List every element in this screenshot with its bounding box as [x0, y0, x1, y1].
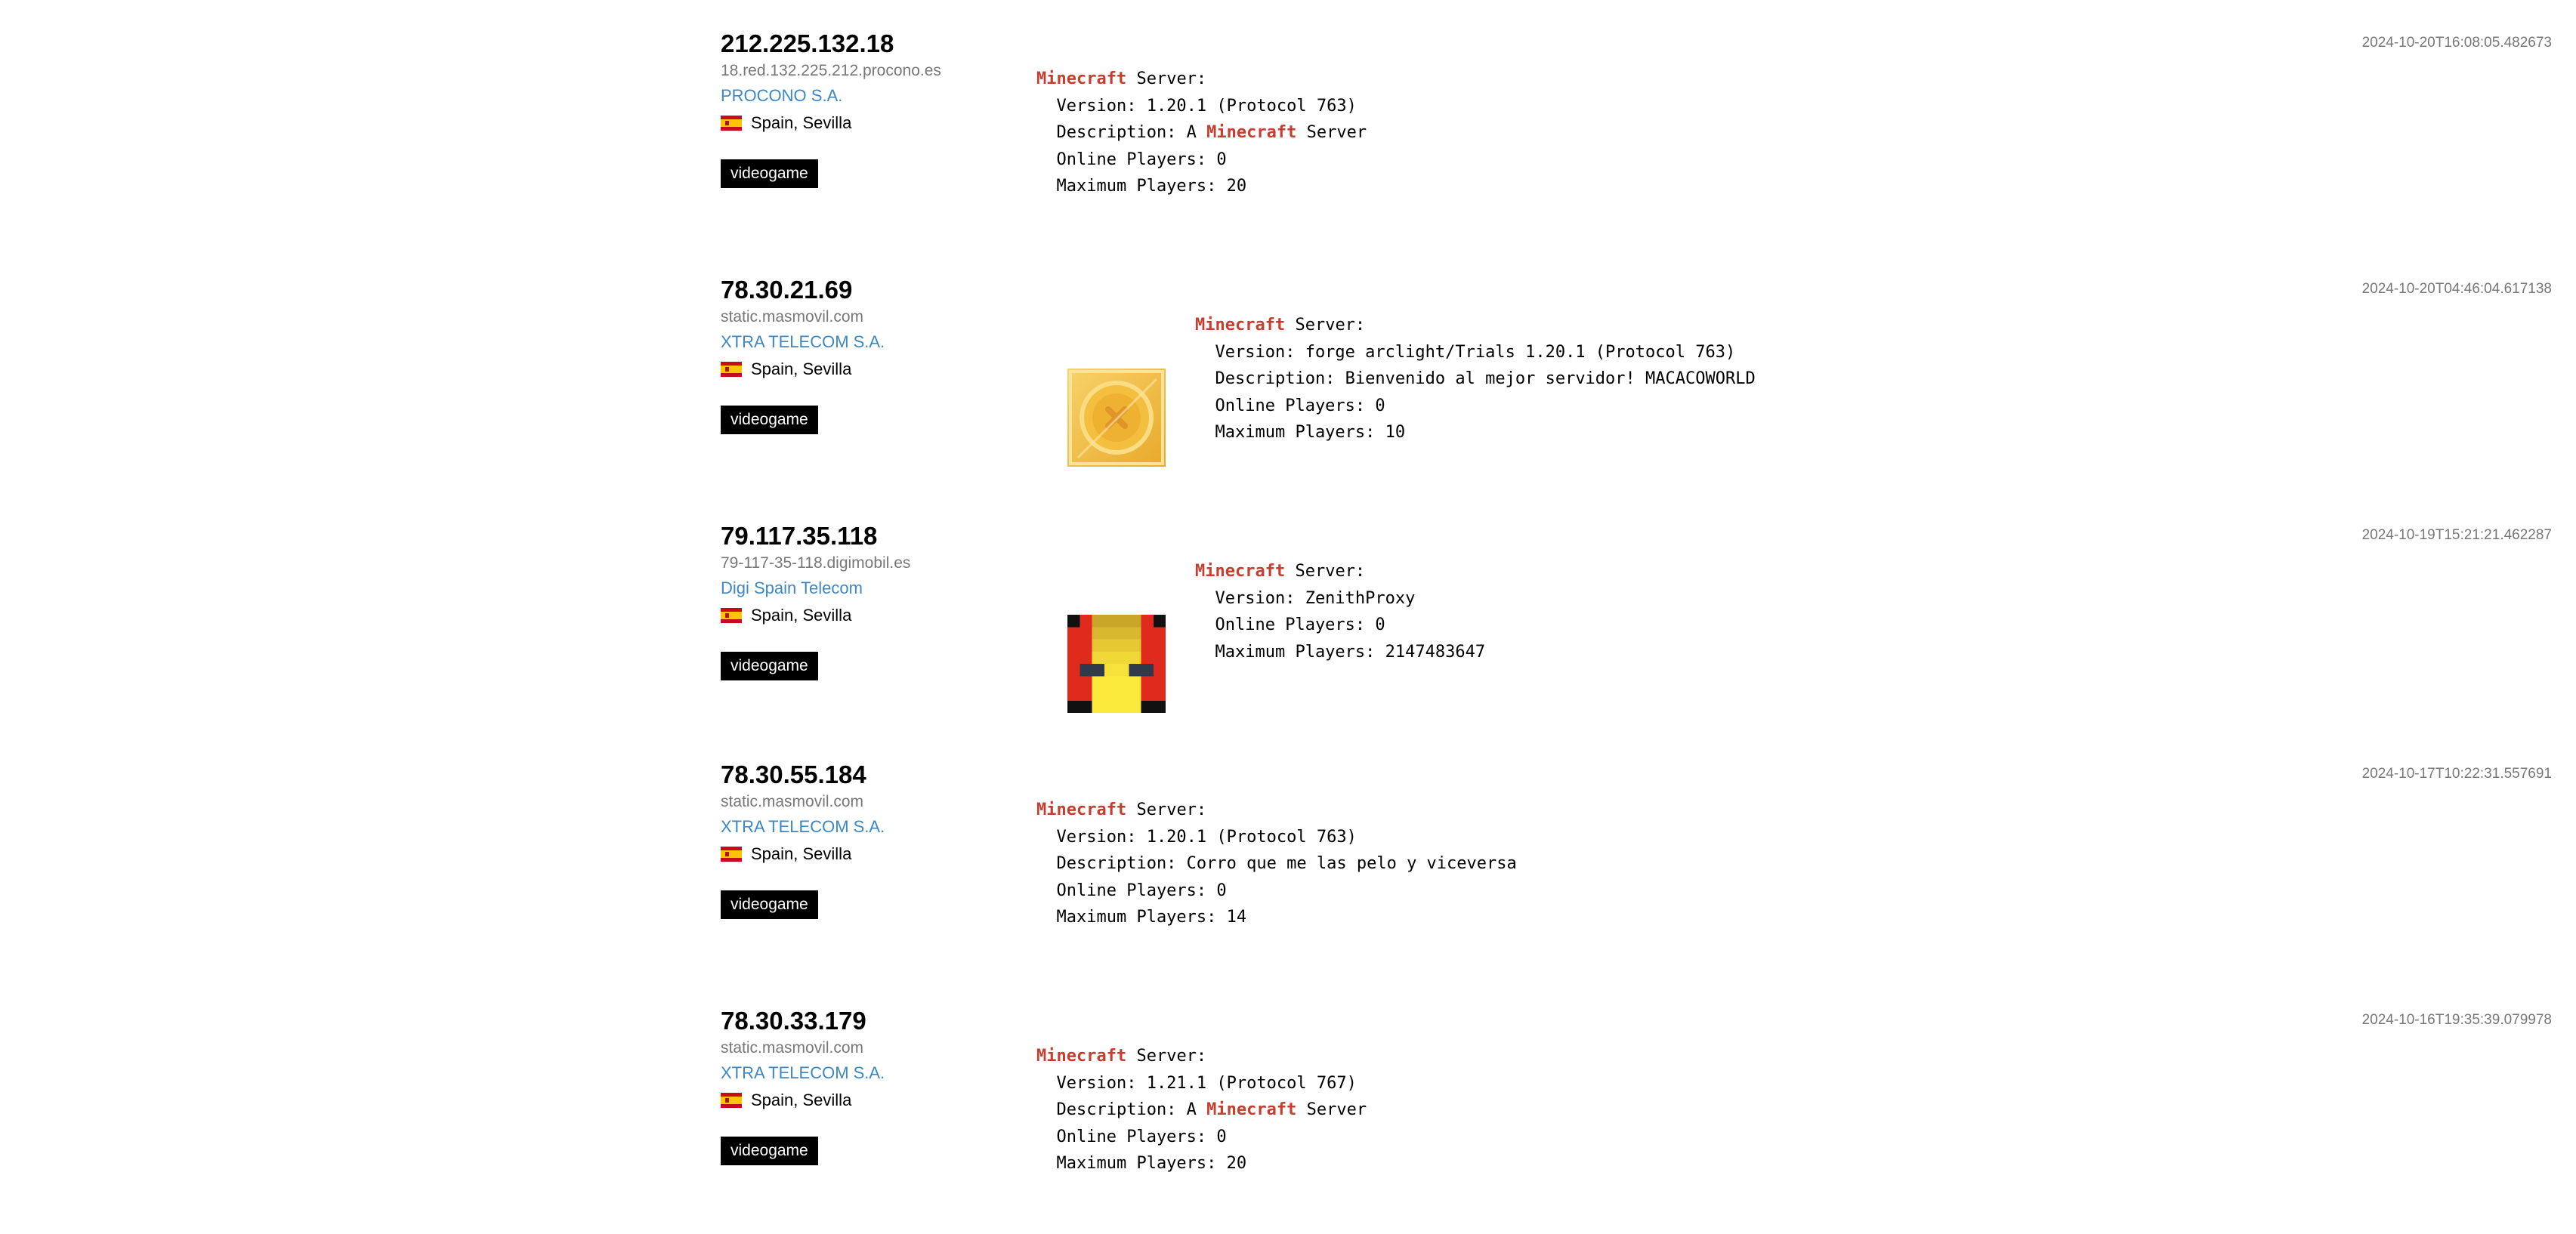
banner-version: Version: 1.20.1 (Protocol 763) — [1036, 827, 1357, 847]
result-timestamp: 2024-10-19T15:21:21.462287 — [2361, 527, 2552, 543]
banner-server-suffix: Server: — [1285, 562, 1366, 581]
banner-description: Description: Corro que me las pelo y vic… — [1036, 854, 1517, 873]
result-location: Spain, Sevilla — [721, 844, 851, 864]
banner-desc-prefix: Description: A — [1036, 1100, 1207, 1119]
result-org-link[interactable]: PROCONO S.A. — [721, 86, 842, 106]
banner-version: Version: forge arclight/Trials 1.20.1 (P… — [1195, 342, 1736, 362]
result-location: Spain, Sevilla — [721, 606, 851, 625]
result-tag[interactable]: videogame — [721, 890, 818, 919]
result-ip[interactable]: 78.30.33.179 — [721, 1006, 866, 1036]
banner-max-players: Maximum Players: 10 — [1195, 423, 1406, 442]
result-org-link[interactable]: XTRA TELECOM S.A. — [721, 817, 885, 837]
pixel-face-icon — [1067, 615, 1166, 713]
banner-product: Minecraft — [1195, 562, 1286, 581]
banner-version: Version: 1.21.1 (Protocol 767) — [1036, 1073, 1357, 1093]
result-timestamp: 2024-10-16T19:35:39.079978 — [2361, 1012, 2552, 1028]
banner-max-players: Maximum Players: 2147483647 — [1195, 642, 1486, 662]
banner-product: Minecraft — [1036, 1047, 1127, 1066]
result-location-text: Spain, Sevilla — [751, 113, 852, 132]
banner-online-players: Online Players: 0 — [1036, 881, 1227, 900]
result-ip[interactable]: 79.117.35.118 — [721, 521, 877, 551]
spain-flag-icon — [721, 1093, 742, 1108]
result-tag[interactable]: videogame — [721, 406, 818, 434]
result-org-link[interactable]: Digi Spain Telecom — [721, 578, 863, 598]
result-location: Spain, Sevilla — [721, 113, 851, 133]
result-timestamp: 2024-10-17T10:22:31.557691 — [2361, 766, 2552, 782]
banner-desc-highlight: Minecraft — [1206, 123, 1297, 142]
spain-flag-icon — [721, 847, 742, 862]
banner-server-suffix: Server: — [1126, 801, 1207, 819]
banner-version: Version: 1.20.1 (Protocol 763) — [1036, 96, 1357, 116]
result-timestamp: 2024-10-20T04:46:04.617138 — [2361, 281, 2552, 297]
result-org-link[interactable]: XTRA TELECOM S.A. — [721, 1063, 885, 1083]
result-location: Spain, Sevilla — [721, 1091, 851, 1110]
banner-version: Version: ZenithProxy — [1195, 588, 1416, 608]
banner-max-players: Maximum Players: 20 — [1036, 177, 1247, 196]
result-hostname: static.masmovil.com — [721, 1039, 864, 1057]
banner-online-players: Online Players: 0 — [1036, 150, 1227, 169]
result-banner: Minecraft Server: Version: 1.20.1 (Proto… — [1036, 66, 1367, 200]
banner-server-suffix: Server: — [1285, 316, 1366, 335]
banner-description: Description: Bienvenido al mejor servido… — [1195, 369, 1756, 388]
result-tag[interactable]: videogame — [721, 159, 818, 188]
search-result: 78.30.55.184 static.masmovil.com XTRA TE… — [721, 760, 2552, 986]
search-result: 78.30.21.69 static.masmovil.com XTRA TEL… — [721, 275, 2552, 501]
result-location-text: Spain, Sevilla — [751, 359, 852, 378]
banner-online-players: Online Players: 0 — [1195, 615, 1385, 634]
banner-online-players: Online Players: 0 — [1195, 396, 1385, 415]
result-tag[interactable]: videogame — [721, 652, 818, 680]
result-timestamp: 2024-10-20T16:08:05.482673 — [2361, 35, 2552, 51]
result-hostname: 18.red.132.225.212.procono.es — [721, 62, 941, 79]
result-banner: Minecraft Server: Version: forge arcligh… — [1195, 312, 1756, 446]
banner-desc-suffix: Server — [1296, 1100, 1367, 1119]
spain-flag-icon — [721, 608, 742, 623]
result-ip[interactable]: 78.30.55.184 — [721, 760, 866, 790]
banner-desc-highlight: Minecraft — [1206, 1100, 1297, 1119]
banner-server-suffix: Server: — [1126, 69, 1207, 88]
result-ip[interactable]: 78.30.21.69 — [721, 275, 852, 305]
result-banner: Minecraft Server: Version: ZenithProxy O… — [1195, 558, 1485, 665]
result-tag[interactable]: videogame — [721, 1137, 818, 1165]
banner-product: Minecraft — [1036, 801, 1127, 819]
result-hostname: static.masmovil.com — [721, 308, 864, 325]
banner-online-players: Online Players: 0 — [1036, 1127, 1227, 1146]
banner-product: Minecraft — [1036, 69, 1127, 88]
result-hostname: 79-117-35-118.digimobil.es — [721, 554, 911, 572]
banner-max-players: Maximum Players: 20 — [1036, 1154, 1247, 1173]
result-org-link[interactable]: XTRA TELECOM S.A. — [721, 332, 885, 352]
result-ip[interactable]: 212.225.132.18 — [721, 29, 894, 59]
spain-flag-icon — [721, 362, 742, 377]
result-location: Spain, Sevilla — [721, 359, 851, 379]
gold-coin-icon — [1067, 369, 1166, 467]
banner-max-players: Maximum Players: 14 — [1036, 908, 1247, 927]
search-result: 78.30.33.179 static.masmovil.com XTRA TE… — [721, 1006, 2552, 1232]
result-hostname: static.masmovil.com — [721, 793, 864, 810]
banner-desc-suffix: Server — [1296, 123, 1367, 142]
spain-flag-icon — [721, 116, 742, 131]
search-result: 212.225.132.18 18.red.132.225.212.procon… — [721, 29, 2552, 255]
result-location-text: Spain, Sevilla — [751, 844, 852, 863]
banner-desc-prefix: Description: A — [1036, 123, 1207, 142]
result-location-text: Spain, Sevilla — [751, 606, 852, 625]
banner-server-suffix: Server: — [1126, 1047, 1207, 1066]
result-banner: Minecraft Server: Version: 1.20.1 (Proto… — [1036, 797, 1517, 931]
search-result: 79.117.35.118 79-117-35-118.digimobil.es… — [721, 521, 2552, 748]
result-location-text: Spain, Sevilla — [751, 1091, 852, 1109]
result-banner: Minecraft Server: Version: 1.21.1 (Proto… — [1036, 1043, 1367, 1177]
banner-product: Minecraft — [1195, 316, 1286, 335]
